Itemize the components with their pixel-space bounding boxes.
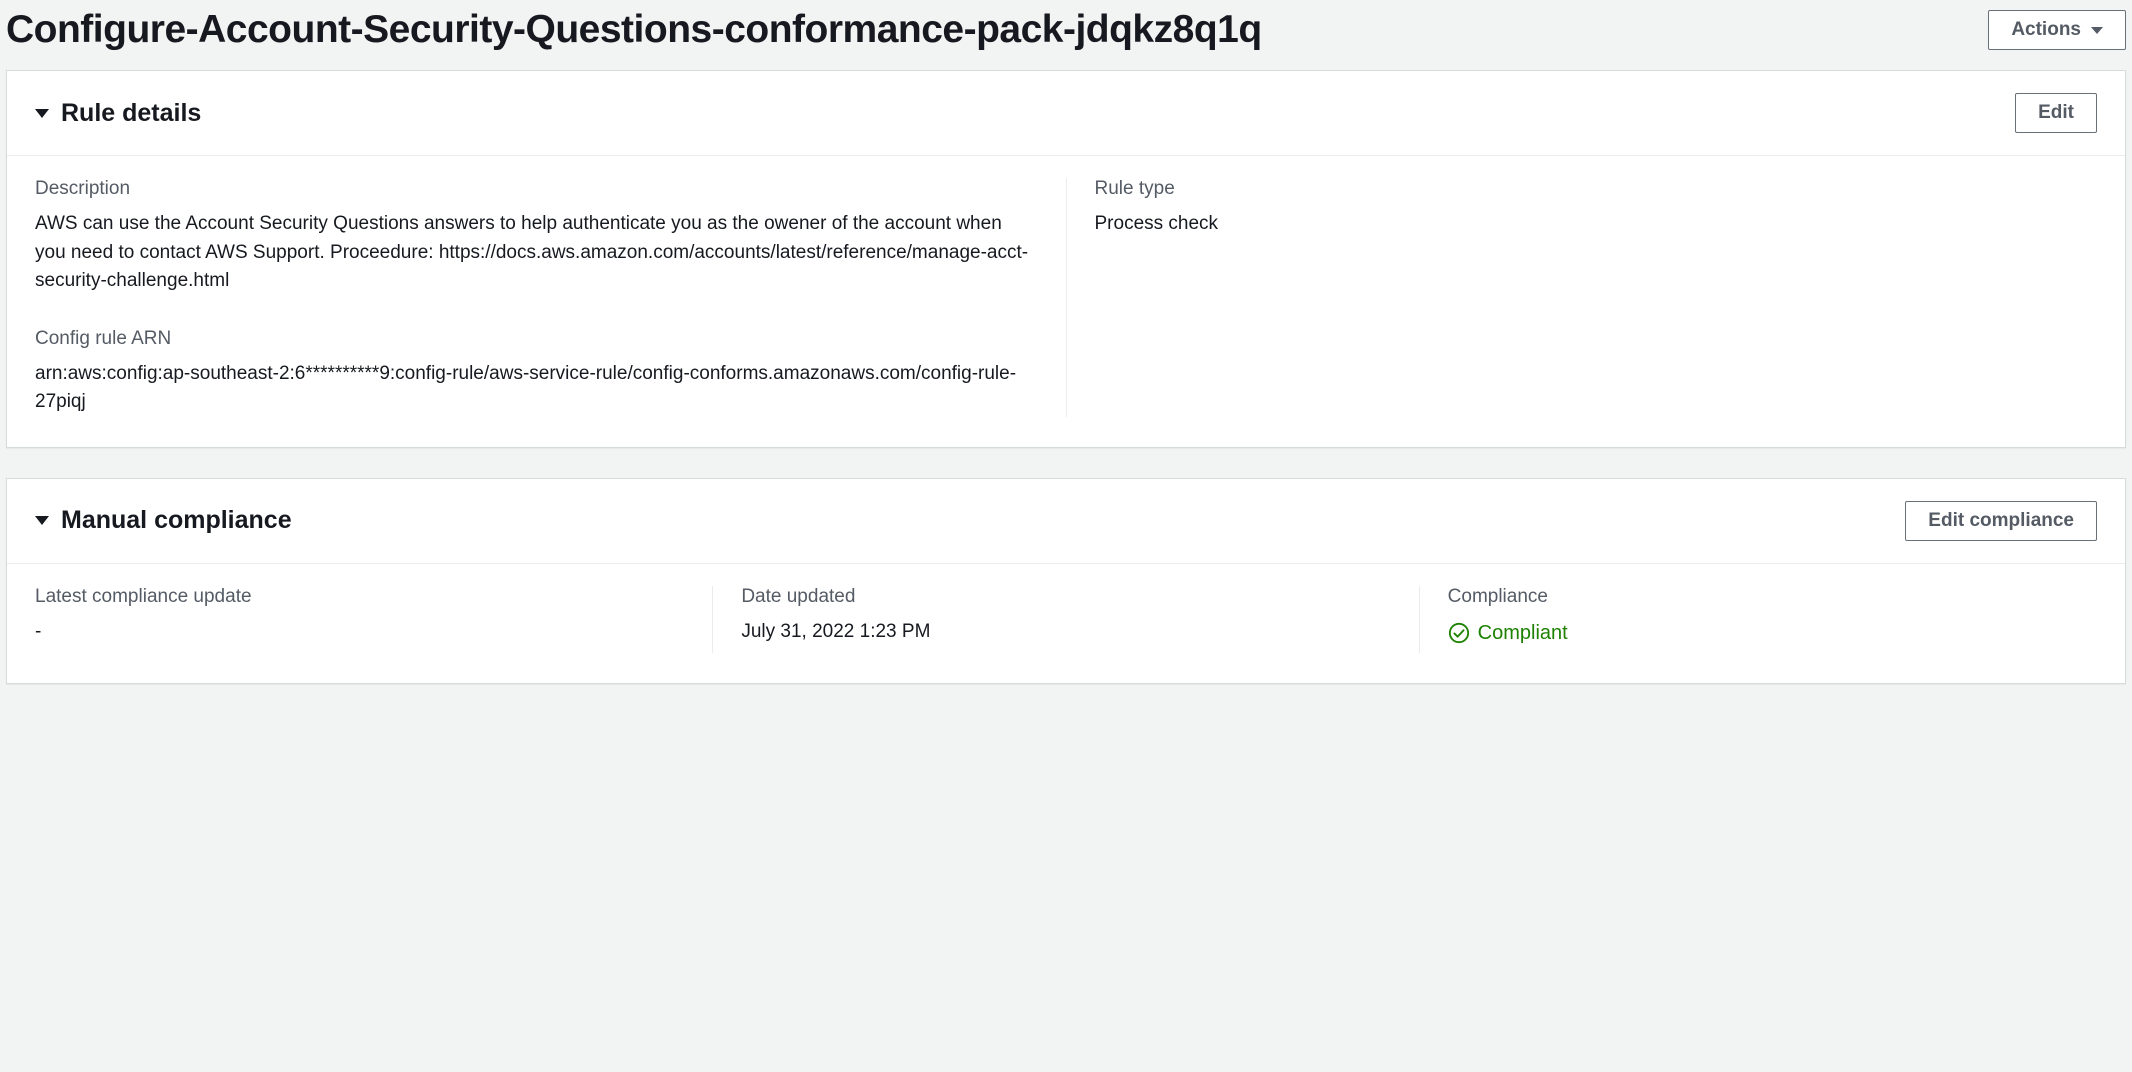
edit-compliance-button[interactable]: Edit compliance (1905, 501, 2097, 541)
page-title: Configure-Account-Security-Questions-con… (6, 8, 1262, 52)
caret-down-icon (2091, 27, 2103, 34)
actions-button-label: Actions (2011, 19, 2081, 41)
date-updated-value: July 31, 2022 1:23 PM (741, 618, 1390, 647)
rule-type-label: Rule type (1095, 178, 2098, 200)
rule-details-header: Rule details Edit (7, 71, 2125, 156)
compliance-value: Compliant (1478, 618, 1568, 648)
manual-compliance-header: Manual compliance Edit compliance (7, 479, 2125, 564)
compliance-label: Compliance (1448, 586, 2097, 608)
rule-details-panel: Rule details Edit Description AWS can us… (6, 70, 2126, 448)
manual-compliance-title: Manual compliance (61, 506, 292, 535)
arn-value: arn:aws:config:ap-southeast-2:6*********… (35, 360, 1038, 417)
description-value: AWS can use the Account Security Questio… (35, 210, 1038, 296)
arn-label: Config rule ARN (35, 328, 1038, 350)
compliance-status: Compliant (1448, 618, 1568, 648)
latest-compliance-value: - (35, 618, 684, 647)
description-label: Description (35, 178, 1038, 200)
actions-button[interactable]: Actions (1988, 10, 2126, 50)
collapse-toggle-icon[interactable] (35, 516, 49, 525)
edit-compliance-button-label: Edit compliance (1928, 510, 2074, 532)
date-updated-label: Date updated (741, 586, 1390, 608)
edit-button-label: Edit (2038, 102, 2074, 124)
edit-button[interactable]: Edit (2015, 93, 2097, 133)
page-header: Configure-Account-Security-Questions-con… (6, 4, 2126, 70)
latest-compliance-label: Latest compliance update (35, 586, 684, 608)
manual-compliance-panel: Manual compliance Edit compliance Latest… (6, 478, 2126, 685)
rule-details-title: Rule details (61, 99, 201, 128)
check-circle-icon (1448, 622, 1470, 644)
rule-type-value: Process check (1095, 210, 2098, 239)
collapse-toggle-icon[interactable] (35, 109, 49, 118)
